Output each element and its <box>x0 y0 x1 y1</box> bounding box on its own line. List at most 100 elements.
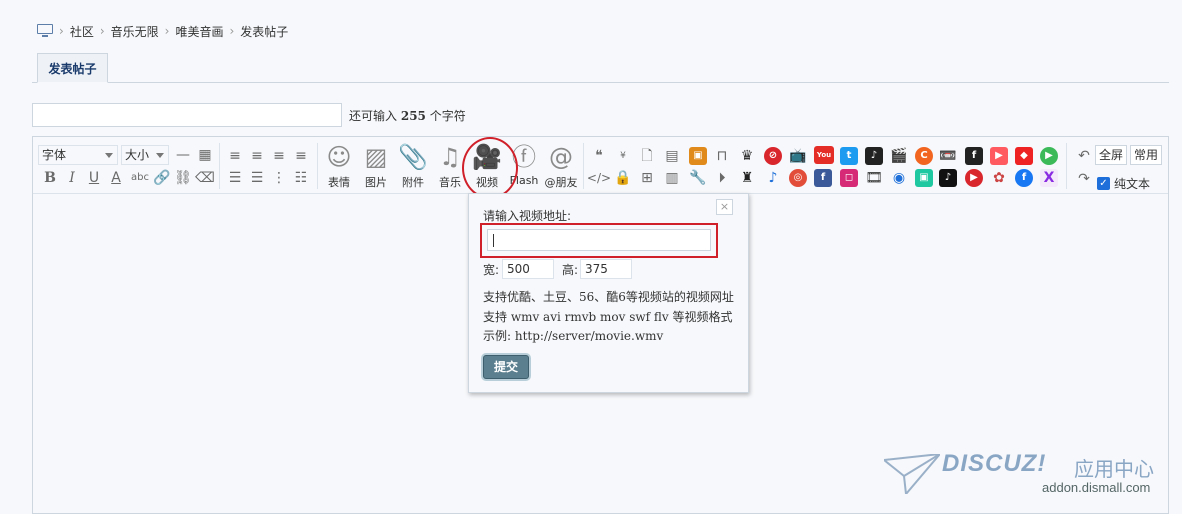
teal-tv-icon[interactable]: ▣ <box>915 169 933 187</box>
chevron-right-icon: › <box>59 24 64 38</box>
align-right-icon[interactable]: ≡ <box>270 147 288 165</box>
paint-roller-icon[interactable]: ⊓ <box>713 147 731 165</box>
kuaishou-icon[interactable]: ◆ <box>1015 147 1033 165</box>
code-icon[interactable]: </> <box>587 169 611 187</box>
tv-icon[interactable]: 📺 <box>789 147 807 165</box>
horizontal-rule-icon[interactable]: — <box>174 146 192 164</box>
toolbar-divider <box>219 143 220 189</box>
emoji-button[interactable]: ☺ 表情 <box>322 143 356 191</box>
breadcrumb-item-community[interactable]: 社区 <box>70 23 94 40</box>
italic-icon[interactable]: I <box>63 169 81 187</box>
clapper-icon[interactable]: 🎞 <box>865 169 883 187</box>
x-icon[interactable]: X <box>1040 169 1058 187</box>
breadcrumb-item-music[interactable]: 音乐无限 <box>111 23 159 40</box>
watermark-brand: DISCUZ! <box>942 450 1047 477</box>
tiktok-icon[interactable]: ♪ <box>939 169 957 187</box>
image-add-icon[interactable]: ⊞ <box>638 169 656 187</box>
mention-button[interactable]: @ @朋友 <box>544 143 578 191</box>
facebook-round-icon[interactable]: f <box>1015 169 1033 187</box>
at-sign-icon: @ <box>549 143 573 171</box>
fullscreen-button[interactable]: 全屏 <box>1095 145 1128 165</box>
unlink-icon[interactable]: ⛓ <box>174 169 192 187</box>
free-icon[interactable]: ¥ <box>614 147 632 165</box>
toolbar-divider <box>317 143 318 189</box>
robot-icon[interactable]: ♜ <box>738 169 756 187</box>
subject-input[interactable] <box>32 103 342 127</box>
video-url-label: 请输入视频地址: <box>483 209 572 223</box>
link-icon[interactable]: 🔗 <box>153 169 171 187</box>
support-formats-text: 支持 wmv avi rmvb mov swf flv 等视频格式 <box>483 310 733 324</box>
facebook-icon[interactable]: f <box>814 169 832 187</box>
width-input[interactable]: 500 <box>502 259 554 279</box>
ordered-list-icon[interactable]: ⋮ <box>270 169 288 187</box>
close-icon[interactable]: × <box>716 199 733 215</box>
image-button[interactable]: ▨ 图片 <box>359 143 393 191</box>
video-url-popup: × 请输入视频地址: 宽: 500 高: 375 支持优酷、土豆、56、酷6等视… <box>468 193 749 393</box>
background-color-icon[interactable]: abc <box>129 169 151 187</box>
swirl-icon[interactable]: ✿ <box>990 169 1008 187</box>
play-green-icon[interactable]: ▶ <box>1040 147 1058 165</box>
word-icon[interactable]: 🗋 <box>638 147 656 165</box>
instagram-icon[interactable]: ◻ <box>840 169 858 187</box>
hint-suffix: 个字符 <box>429 109 466 123</box>
twitter-icon[interactable]: t <box>840 147 858 165</box>
plain-text-checkbox[interactable]: ✓ <box>1097 177 1110 190</box>
undo-icon[interactable]: ↶ <box>1075 147 1093 165</box>
breadcrumb-item-forum[interactable]: 唯美音画 <box>175 23 223 40</box>
play-pink-icon[interactable]: ▶ <box>990 147 1008 165</box>
common-button[interactable]: 常用 <box>1130 145 1163 165</box>
attachment-button[interactable]: 📎 附件 <box>396 143 430 191</box>
red-play-icon[interactable]: ▶ <box>965 169 983 187</box>
bold-icon[interactable]: B <box>41 169 59 187</box>
youtube-icon[interactable]: You <box>814 146 834 164</box>
box-icon[interactable]: ▣ <box>689 147 707 165</box>
text-color-icon[interactable]: A <box>107 169 125 187</box>
submit-button[interactable]: 提交 <box>483 355 529 379</box>
columns-icon[interactable]: ▥ <box>663 169 681 187</box>
remaining-count: 255 <box>400 109 426 123</box>
unordered-list-icon[interactable]: ☷ <box>292 169 310 187</box>
float-left-icon[interactable]: ☰ <box>226 169 244 187</box>
font-select[interactable]: 字体 <box>38 145 118 165</box>
attachment-label: 附件 <box>402 176 424 189</box>
redo-icon[interactable]: ↷ <box>1075 170 1093 188</box>
size-select[interactable]: 大小 <box>121 145 169 165</box>
float-right-icon[interactable]: ☰ <box>248 169 266 187</box>
underline-icon[interactable]: U <box>85 169 103 187</box>
qq-icon[interactable]: ♛ <box>738 147 756 165</box>
chevron-right-icon: › <box>229 24 235 38</box>
mention-label: @朋友 <box>544 176 578 189</box>
support-sites-text: 支持优酷、土豆、56、酷6等视频站的视频网址 <box>483 290 734 304</box>
film-icon[interactable]: 🎬 <box>890 147 908 165</box>
facebook-dark-icon[interactable]: f <box>965 147 983 165</box>
watermark: DISCUZ! 应用中心 addon.dismall.com <box>884 450 1169 500</box>
home-icon[interactable] <box>37 24 53 38</box>
text-caret <box>493 234 494 247</box>
music-blue-icon[interactable]: ♪ <box>764 169 782 187</box>
tab-new-post[interactable]: 发表帖子 <box>37 53 108 83</box>
video-url-input[interactable] <box>487 229 711 251</box>
height-input[interactable]: 375 <box>580 259 632 279</box>
table-icon[interactable]: ▦ <box>196 146 214 164</box>
c-play-icon[interactable]: C <box>915 147 933 165</box>
align-justify-icon[interactable]: ≡ <box>292 147 310 165</box>
align-center-icon[interactable]: ≡ <box>248 147 266 165</box>
quote-icon[interactable]: ❝ <box>590 147 608 165</box>
align-left-icon[interactable]: ≡ <box>226 147 244 165</box>
eraser-icon[interactable]: ⌫ <box>195 169 215 187</box>
paper-plane-icon <box>884 454 940 494</box>
emoji-label: 表情 <box>328 176 350 189</box>
font-select-value: 字体 <box>42 148 67 162</box>
post-page: › 社区 › 音乐无限 › 唯美音画 › 发表帖子 发表帖子 还可输入 255 … <box>0 0 1182 514</box>
hint-prefix: 还可输入 <box>349 109 398 123</box>
bilibili-icon[interactable]: 📼 <box>939 147 957 165</box>
app-icon[interactable]: ♪ <box>865 147 883 165</box>
netease-icon[interactable]: ◎ <box>789 169 807 187</box>
annotation-circle <box>462 137 518 199</box>
play-circle-icon[interactable]: ⏵ <box>713 169 731 187</box>
wrench-icon[interactable]: 🔧 <box>689 169 707 187</box>
lock-icon[interactable]: 🔒 <box>614 169 632 187</box>
weibo-icon[interactable]: ⊘ <box>764 147 782 165</box>
play-blue-icon[interactable]: ◉ <box>890 169 908 187</box>
paste-icon[interactable]: ▤ <box>663 147 681 165</box>
